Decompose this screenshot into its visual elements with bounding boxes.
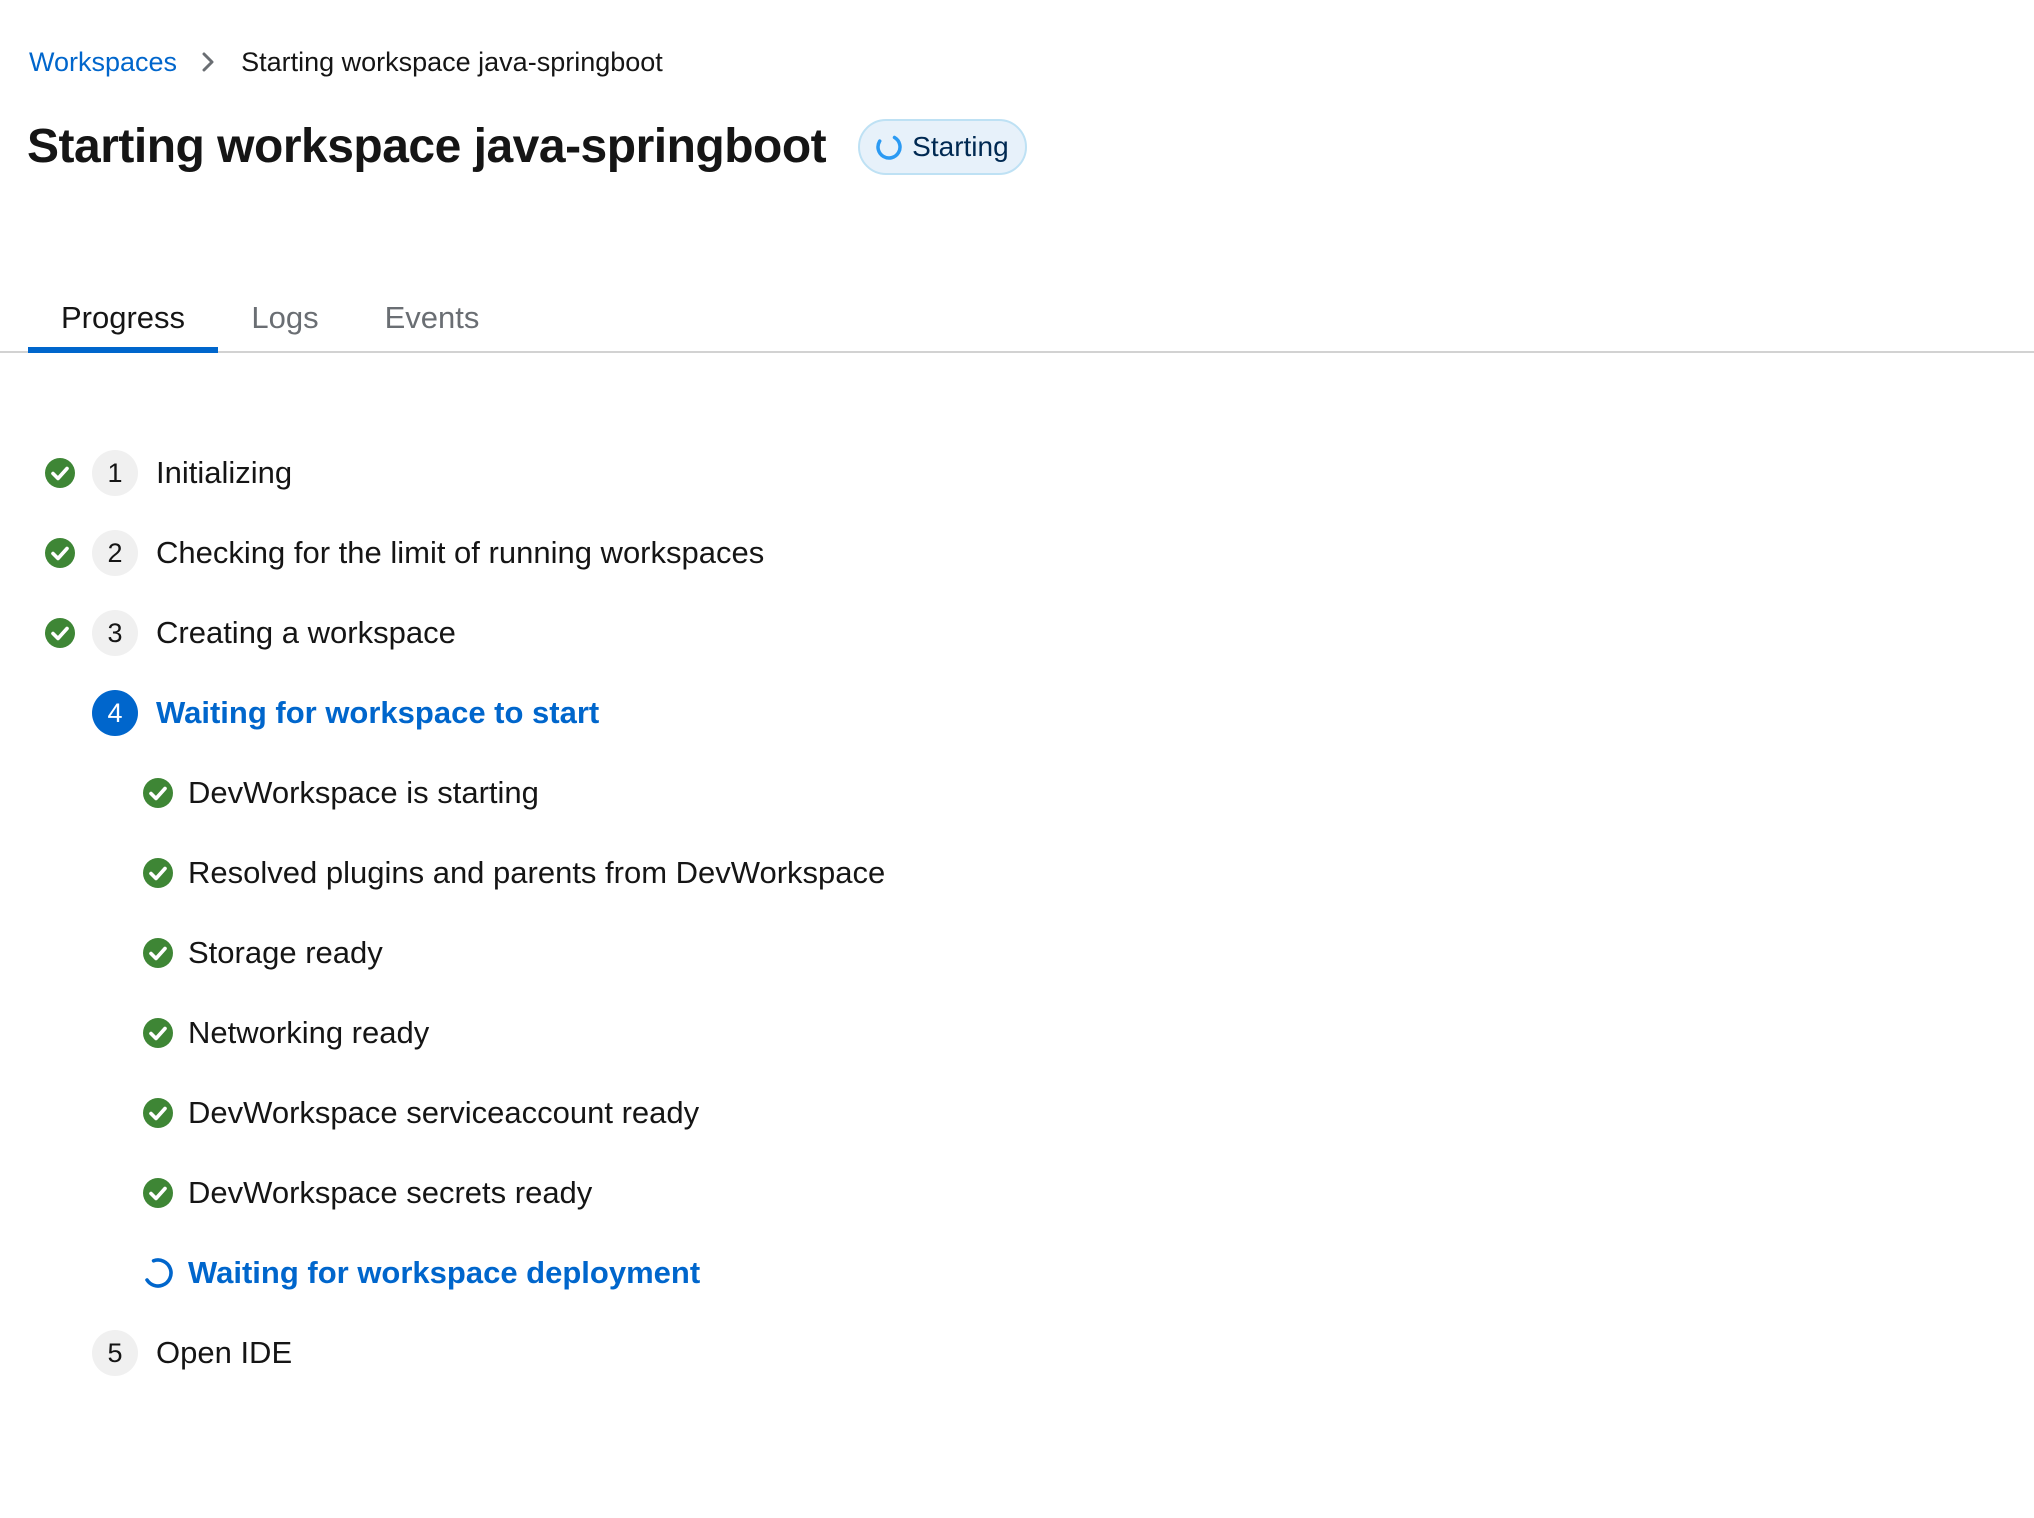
check-circle-icon xyxy=(44,457,76,489)
substep-item-in-progress: Waiting for workspace deployment xyxy=(142,1243,700,1303)
step-item: 2 Checking for the limit of running work… xyxy=(44,523,764,583)
breadcrumb: Workspaces Starting workspace java-sprin… xyxy=(29,42,663,82)
substep-label: Resolved plugins and parents from DevWor… xyxy=(188,855,886,890)
status-badge: Starting xyxy=(858,119,1027,175)
step-label: Waiting for workspace to start xyxy=(156,695,600,730)
step-number: 5 xyxy=(92,1330,138,1376)
substep-item: Resolved plugins and parents from DevWor… xyxy=(142,843,885,903)
tab-logs[interactable]: Logs xyxy=(218,285,352,351)
substep-item: DevWorkspace secrets ready xyxy=(142,1163,592,1223)
step-item-active: 4 Waiting for workspace to start xyxy=(92,683,599,743)
check-circle-icon xyxy=(142,857,174,889)
breadcrumb-link-workspaces[interactable]: Workspaces xyxy=(29,47,177,78)
substep-label: DevWorkspace is starting xyxy=(188,775,539,810)
breadcrumb-current: Starting workspace java-springboot xyxy=(241,46,663,77)
chevron-right-icon xyxy=(201,52,215,72)
substep-item: Storage ready xyxy=(142,923,383,983)
step-item: 5 Open IDE xyxy=(92,1323,292,1383)
step-label: Creating a workspace xyxy=(156,615,456,650)
check-circle-icon xyxy=(142,1097,174,1129)
tab-bar: Progress Logs Events xyxy=(0,285,2034,353)
check-circle-icon xyxy=(142,1017,174,1049)
substep-label: Networking ready xyxy=(188,1015,430,1050)
check-circle-icon xyxy=(44,537,76,569)
substep-label: DevWorkspace secrets ready xyxy=(188,1175,593,1210)
check-circle-icon xyxy=(142,937,174,969)
check-circle-icon xyxy=(142,1177,174,1209)
step-item: 3 Creating a workspace xyxy=(44,603,456,663)
page-title: Starting workspace java-springboot xyxy=(27,120,827,173)
step-label: Initializing xyxy=(156,455,293,490)
tab-progress[interactable]: Progress xyxy=(28,285,218,353)
step-number: 3 xyxy=(92,610,138,656)
page-header: Starting workspace java-springboot Start… xyxy=(27,114,1027,180)
tab-events[interactable]: Events xyxy=(352,285,512,351)
status-text: Starting xyxy=(912,131,1009,162)
substep-item: Networking ready xyxy=(142,1003,429,1063)
step-item: 1 Initializing xyxy=(44,443,292,503)
check-circle-icon xyxy=(142,777,174,809)
substep-label: Waiting for workspace deployment xyxy=(188,1255,701,1290)
step-label: Checking for the limit of running worksp… xyxy=(156,535,765,570)
substep-label: DevWorkspace serviceaccount ready xyxy=(188,1095,700,1130)
spinner-icon xyxy=(874,132,904,162)
step-label: Open IDE xyxy=(156,1335,293,1370)
step-number: 1 xyxy=(92,450,138,496)
workspace-start-page: Workspaces Starting workspace java-sprin… xyxy=(0,0,2034,1518)
check-circle-icon xyxy=(44,617,76,649)
substep-item: DevWorkspace is starting xyxy=(142,763,539,823)
substep-label: Storage ready xyxy=(188,935,383,970)
substep-item: DevWorkspace serviceaccount ready xyxy=(142,1083,699,1143)
spinner-icon xyxy=(142,1257,174,1289)
step-number: 2 xyxy=(92,530,138,576)
step-number: 4 xyxy=(92,690,138,736)
